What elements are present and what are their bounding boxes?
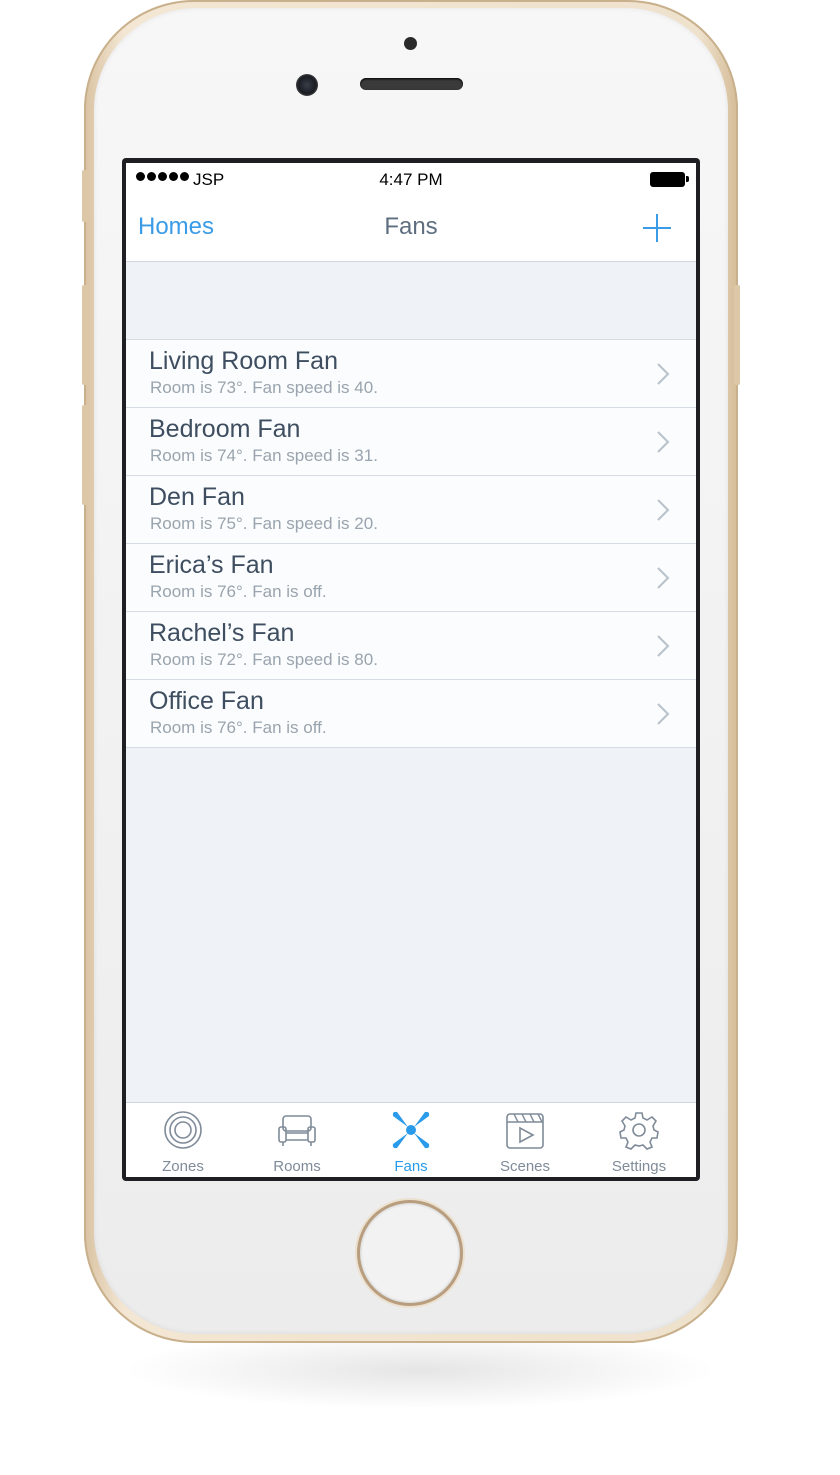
fan-name: Den Fan <box>149 483 245 511</box>
tab-scenes[interactable]: Scenes <box>468 1103 582 1177</box>
tab-label: Zones <box>162 1158 204 1175</box>
tab-label: Rooms <box>273 1158 321 1175</box>
fan-status: Room is 73°. Fan speed is 40. <box>150 378 378 397</box>
chevron-right-icon <box>657 635 670 657</box>
proximity-sensor <box>404 37 417 50</box>
list-item[interactable]: Erica’s Fan Room is 76°. Fan is off. <box>126 544 696 612</box>
chevron-right-icon <box>657 363 670 385</box>
fan-status: Room is 76°. Fan is off. <box>150 582 327 601</box>
list-item[interactable]: Bedroom Fan Room is 74°. Fan speed is 31… <box>126 408 696 476</box>
fan-name: Rachel’s Fan <box>149 619 295 647</box>
gear-icon <box>619 1112 659 1150</box>
fan-status: Room is 74°. Fan speed is 31. <box>150 446 378 465</box>
tab-zones[interactable]: Zones <box>126 1103 240 1177</box>
fan-status: Room is 75°. Fan speed is 20. <box>150 514 378 533</box>
fan-name: Bedroom Fan <box>149 415 301 443</box>
tab-bar: Zones Rooms Fans Scenes Settings <box>126 1102 696 1177</box>
clock: 4:47 PM <box>379 170 443 189</box>
list-item[interactable]: Living Room Fan Room is 73°. Fan speed i… <box>126 340 696 408</box>
tab-settings[interactable]: Settings <box>582 1103 696 1177</box>
tab-rooms[interactable]: Rooms <box>240 1103 354 1177</box>
fan-name: Living Room Fan <box>149 347 338 375</box>
mute-switch <box>82 170 88 222</box>
fan-icon <box>392 1111 430 1149</box>
chevron-right-icon <box>657 703 670 725</box>
navigation-bar: Homes Fans <box>126 195 696 262</box>
volume-up-button <box>82 285 88 385</box>
volume-down-button <box>82 405 88 505</box>
list-item[interactable]: Rachel’s Fan Room is 72°. Fan speed is 8… <box>126 612 696 680</box>
tab-label: Fans <box>394 1158 428 1175</box>
tab-label: Settings <box>611 1158 667 1175</box>
earpiece-speaker <box>360 78 463 90</box>
list-item[interactable]: Office Fan Room is 76°. Fan is off. <box>126 680 696 748</box>
chevron-right-icon <box>657 567 670 589</box>
fan-status: Room is 72°. Fan speed is 80. <box>150 650 378 669</box>
battery-nub <box>686 176 689 182</box>
page-title: Fans <box>384 213 438 240</box>
power-button <box>734 285 740 385</box>
tab-fans[interactable]: Fans <box>354 1103 468 1177</box>
sofa-icon <box>278 1115 316 1146</box>
fan-list: Living Room Fan Room is 73°. Fan speed i… <box>126 339 696 748</box>
zones-icon <box>164 1111 202 1149</box>
list-item[interactable]: Den Fan Room is 75°. Fan speed is 20. <box>126 476 696 544</box>
chevron-right-icon <box>657 499 670 521</box>
plus-icon[interactable] <box>640 211 674 245</box>
fan-name: Erica’s Fan <box>149 551 274 579</box>
home-button[interactable] <box>360 1203 460 1303</box>
fan-name: Office Fan <box>149 687 264 715</box>
front-camera <box>296 74 318 96</box>
status-bar: JSP 4:47 PM <box>126 163 696 195</box>
chevron-right-icon <box>657 431 670 453</box>
tab-label: Scenes <box>499 1158 551 1175</box>
fan-status: Room is 76°. Fan is off. <box>150 718 327 737</box>
app-display: JSP 4:47 PM Homes Fans Living Room Fan R… <box>126 163 696 1177</box>
battery-icon <box>650 172 685 187</box>
clapperboard-icon <box>506 1113 544 1149</box>
